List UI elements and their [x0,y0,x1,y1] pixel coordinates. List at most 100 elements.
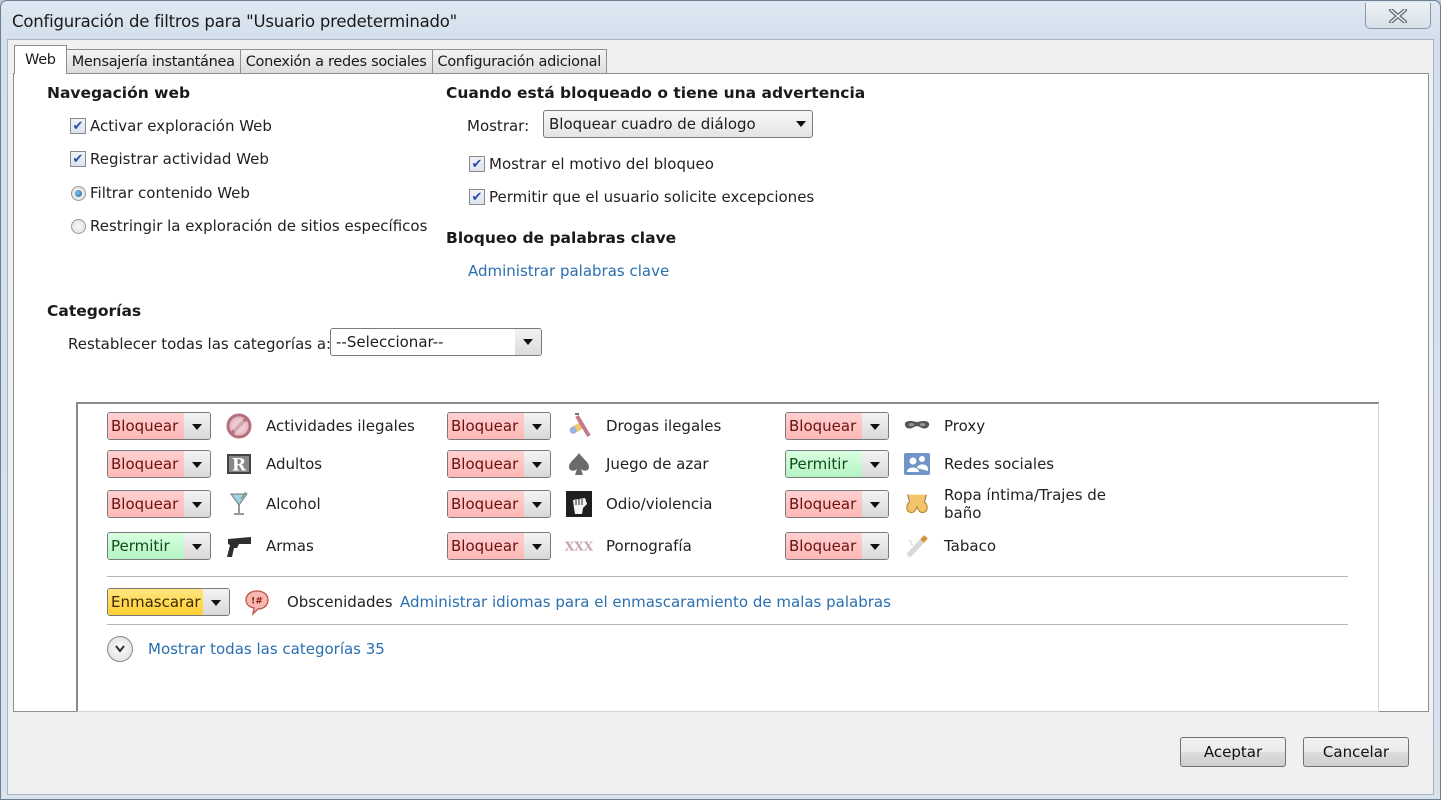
xxx-icon: XXX [565,532,593,560]
restrict-specific-sites-radio[interactable] [71,218,86,234]
action-value: Bloquear [451,537,519,555]
blocked-warning-heading: Cuando está bloqueado o tiene una advert… [446,84,866,102]
category-action-select[interactable]: Permitir [785,450,889,478]
obscenities-label: Obscenidades [287,593,393,611]
mask-icon [903,412,931,440]
category-label: Actividades ilegales [266,417,415,435]
category-action-select[interactable]: Permitir [107,532,211,560]
chevron-down-icon [115,645,125,653]
category-label: Tabaco [944,537,997,555]
social-people-icon [903,450,931,478]
action-value: Bloquear [789,537,857,555]
action-value: Bloquear [111,455,179,473]
category-action-select[interactable]: Bloquear [785,490,889,518]
log-web-activity-checkbox[interactable]: ✔ [70,151,86,167]
activate-web-browsing-checkbox[interactable]: ✔ [70,118,86,134]
option-label: Activar exploración Web [90,117,272,135]
divider [107,576,1348,577]
chevron-down-icon [870,462,880,468]
manage-keywords-link[interactable]: Administrar palabras clave [468,262,669,280]
category-label: Juego de azar [606,455,709,473]
speech-bubble-curse-icon: !# [243,588,271,616]
pistol-icon [225,532,253,560]
pills-syringe-icon [565,412,593,440]
accept-button[interactable]: Aceptar [1180,737,1286,767]
web-navigation-heading: Navegación web [47,84,191,102]
cigarette-icon [903,532,931,560]
show-dialog-value: Bloquear cuadro de diálogo [549,115,756,133]
action-value: Bloquear [111,417,179,435]
dialog-window: Configuración de filtros para "Usuario p… [0,0,1441,800]
allow-exception-requests-checkbox[interactable]: ✔ [469,189,485,205]
category-action-select[interactable]: Bloquear [447,532,551,560]
fist-icon [565,490,593,518]
restrict-specific-sites-option[interactable]: Restringir la exploración de sitios espe… [71,217,427,235]
window-title: Configuración de filtros para "Usuario p… [12,12,458,31]
show-dialog-select[interactable]: Bloquear cuadro de diálogo [543,110,813,138]
tab-social-networks[interactable]: Conexión a redes sociales [239,49,433,74]
category-label: Alcohol [266,495,321,513]
category-label: Ropa íntima/Trajes de baño [944,486,1107,522]
category-label: Odio/violencia [606,495,713,513]
cancel-button[interactable]: Cancelar [1303,737,1409,767]
expand-categories-button[interactable] [107,636,133,662]
action-value: Bloquear [451,495,519,513]
category-action-select[interactable]: Bloquear [447,450,551,478]
reset-categories-select[interactable]: --Seleccionar-- [330,328,542,356]
show-block-reason-checkbox[interactable]: ✔ [469,156,485,172]
action-value: Enmascarar [111,593,201,611]
svg-text:!#: !# [251,597,263,607]
tab-strip: Web Mensajería instantánea Conexión a re… [14,45,607,74]
bra-icon [903,490,931,518]
show-label: Mostrar: [467,117,530,135]
category-action-select[interactable]: Bloquear [107,412,211,440]
chevron-down-icon [523,339,533,345]
manage-mask-languages-link[interactable]: Administrar idiomas para el enmascaramie… [400,593,891,611]
category-label: Redes sociales [944,455,1055,473]
show-all-categories-link[interactable]: Mostrar todas las categorías 35 [148,640,385,658]
categories-heading: Categorías [47,302,142,320]
cocktail-glass-icon [225,490,253,518]
category-action-select[interactable]: Bloquear [107,450,211,478]
prohibited-icon [225,412,253,440]
filter-web-content-radio[interactable] [71,185,86,201]
categories-list: Bloquear Actividades ilegales Bloquear R Adu… [76,402,1379,712]
chevron-down-icon [532,502,542,508]
keyword-block-heading: Bloqueo de palabras clave [446,229,677,247]
obscenities-action-select[interactable]: Enmascarar [107,588,230,616]
category-label: Pornografía [606,537,692,555]
category-label: Drogas ilegales [606,417,722,435]
chevron-down-icon [532,462,542,468]
chevron-down-icon [870,502,880,508]
chevron-down-icon [532,544,542,550]
svg-text:R: R [232,456,247,476]
chevron-down-icon [192,502,202,508]
activate-web-browsing-option[interactable]: ✔ Activar exploración Web [70,117,272,135]
tab-instant-messaging[interactable]: Mensajería instantánea [65,49,241,74]
chevron-down-icon [192,462,202,468]
chevron-down-icon [192,544,202,550]
close-button[interactable] [1365,3,1431,29]
category-action-select[interactable]: Bloquear [447,490,551,518]
chevron-down-icon [192,424,202,430]
option-label: Restringir la exploración de sitios espe… [90,217,428,235]
dialog-body: Web Mensajería instantánea Conexión a re… [7,39,1434,795]
action-value: Bloquear [111,495,179,513]
action-value: Bloquear [451,455,519,473]
tab-web[interactable]: Web [14,45,67,74]
category-action-select[interactable]: Bloquear [785,532,889,560]
web-tab-panel: Navegación web ✔ Activar exploración Web… [13,73,1429,712]
action-value: Permitir [111,537,170,555]
option-label: Registrar actividad Web [90,150,269,168]
show-block-reason-option[interactable]: ✔ Mostrar el motivo del bloqueo [469,155,714,173]
category-action-select[interactable]: Bloquear [785,412,889,440]
category-action-select[interactable]: Bloquear [107,490,211,518]
svg-text:XXX: XXX [565,540,593,554]
category-action-select[interactable]: Bloquear [447,412,551,440]
allow-exception-requests-option[interactable]: ✔ Permitir que el usuario solicite excep… [469,188,814,206]
chevron-down-icon [796,121,806,127]
tab-additional-settings[interactable]: Configuración adicional [431,49,607,74]
reset-categories-value: --Seleccionar-- [336,333,444,351]
log-web-activity-option[interactable]: ✔ Registrar actividad Web [70,150,269,168]
filter-web-content-option[interactable]: Filtrar contenido Web [71,184,250,202]
